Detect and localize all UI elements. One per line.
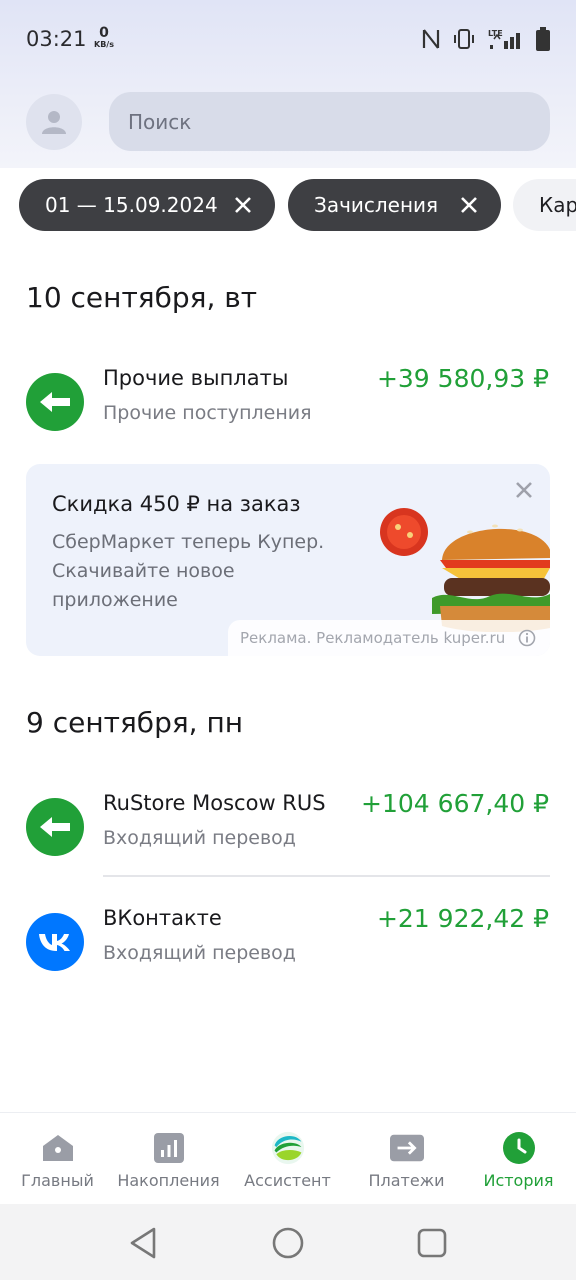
status-icons: LTE bbox=[422, 26, 550, 52]
nfc-icon bbox=[422, 29, 440, 49]
nav-label: Главный bbox=[21, 1171, 94, 1190]
operation-title: Прочие выплаты bbox=[103, 366, 289, 390]
nav-label: Ассистент bbox=[244, 1171, 331, 1190]
operation-amount: +104 667,40 ₽ bbox=[361, 789, 549, 818]
divider bbox=[103, 875, 550, 877]
search-input[interactable]: Поиск bbox=[109, 92, 550, 151]
filter-chip-type[interactable]: Зачисления bbox=[288, 179, 501, 231]
operation-amount: +39 580,93 ₽ bbox=[376, 364, 549, 393]
sber-assistant-icon bbox=[271, 1131, 305, 1165]
close-icon[interactable] bbox=[233, 195, 253, 215]
filter-chip-period[interactable]: 01 — 15.09.2024 bbox=[19, 179, 275, 231]
nav-label: Платежи bbox=[368, 1171, 445, 1190]
lte-signal-icon: LTE bbox=[488, 29, 520, 49]
avatar-button[interactable] bbox=[26, 94, 82, 150]
battery-icon bbox=[536, 27, 550, 51]
vibrate-icon bbox=[454, 29, 474, 49]
filter-chip-label: 01 — 15.09.2024 bbox=[45, 193, 218, 217]
net-speed: 0 KB/s bbox=[90, 26, 118, 49]
filter-chip-cards[interactable]: Кар bbox=[513, 179, 576, 231]
vk-icon bbox=[26, 913, 84, 971]
home-circle-icon[interactable] bbox=[271, 1226, 305, 1260]
date-heading: 10 сентября, вт bbox=[26, 281, 258, 314]
bottom-nav: Главный Накопления Ассистент Платежи Ист… bbox=[0, 1112, 576, 1204]
net-speed-value: 0 bbox=[99, 25, 109, 41]
burger-image bbox=[380, 508, 550, 632]
net-speed-unit: KB/s bbox=[94, 40, 114, 49]
filter-chip-label: Зачисления bbox=[314, 193, 439, 217]
home-icon bbox=[41, 1131, 75, 1165]
nav-item-home[interactable]: Главный bbox=[0, 1113, 115, 1205]
ad-title: Скидка 450 ₽ на заказ bbox=[52, 492, 301, 516]
nav-label: Накопления bbox=[117, 1171, 220, 1190]
recents-icon[interactable] bbox=[415, 1226, 449, 1260]
nav-item-assistant[interactable]: Ассистент bbox=[230, 1113, 345, 1205]
close-icon[interactable] bbox=[459, 195, 479, 215]
operation-subtitle: Входящий перевод bbox=[103, 942, 296, 964]
nav-item-savings[interactable]: Накопления bbox=[111, 1113, 226, 1205]
chart-icon bbox=[152, 1131, 186, 1165]
search-placeholder: Поиск bbox=[128, 109, 192, 134]
nav-item-history[interactable]: История bbox=[461, 1113, 576, 1205]
arrow-left-icon bbox=[26, 373, 84, 431]
operation-title: RuStore Moscow RUS bbox=[103, 791, 326, 815]
filter-chip-label: Кар bbox=[539, 193, 576, 217]
ad-banner[interactable]: Скидка 450 ₽ на заказ СберМаркет теперь … bbox=[26, 464, 550, 656]
operation-title: ВКонтакте bbox=[103, 906, 222, 930]
filter-chips: 01 — 15.09.2024 Зачисления Кар bbox=[0, 179, 576, 231]
ad-text: СберМаркет теперь Купер. Скачивайте ново… bbox=[52, 531, 325, 611]
transfer-icon bbox=[389, 1131, 424, 1165]
close-icon[interactable] bbox=[514, 480, 534, 500]
system-nav-bar bbox=[0, 1204, 576, 1280]
operation-row[interactable]: Прочие выплаты Прочие поступления +39 58… bbox=[0, 364, 576, 466]
arrow-left-icon bbox=[26, 798, 84, 856]
info-icon[interactable] bbox=[518, 629, 536, 647]
operation-row[interactable]: ВКонтакте Входящий перевод +21 922,42 ₽ bbox=[0, 904, 576, 1006]
date-heading: 9 сентября, пн bbox=[26, 706, 244, 739]
status-time: 03:21 bbox=[26, 27, 87, 51]
operation-subtitle: Прочие поступления bbox=[103, 402, 312, 424]
operation-amount: +21 922,42 ₽ bbox=[376, 904, 549, 933]
operation-subtitle: Входящий перевод bbox=[103, 827, 296, 849]
nav-item-payments[interactable]: Платежи bbox=[349, 1113, 464, 1205]
ad-disclaimer-text: Реклама. Рекламодатель kuper.ru bbox=[240, 629, 506, 647]
status-bar: 03:21 0 KB/s LTE bbox=[0, 0, 576, 80]
back-icon[interactable] bbox=[127, 1226, 161, 1260]
history-icon bbox=[502, 1131, 536, 1165]
user-icon bbox=[42, 111, 66, 134]
nav-label: История bbox=[483, 1171, 554, 1190]
ad-disclaimer[interactable]: Реклама. Рекламодатель kuper.ru bbox=[228, 620, 550, 656]
